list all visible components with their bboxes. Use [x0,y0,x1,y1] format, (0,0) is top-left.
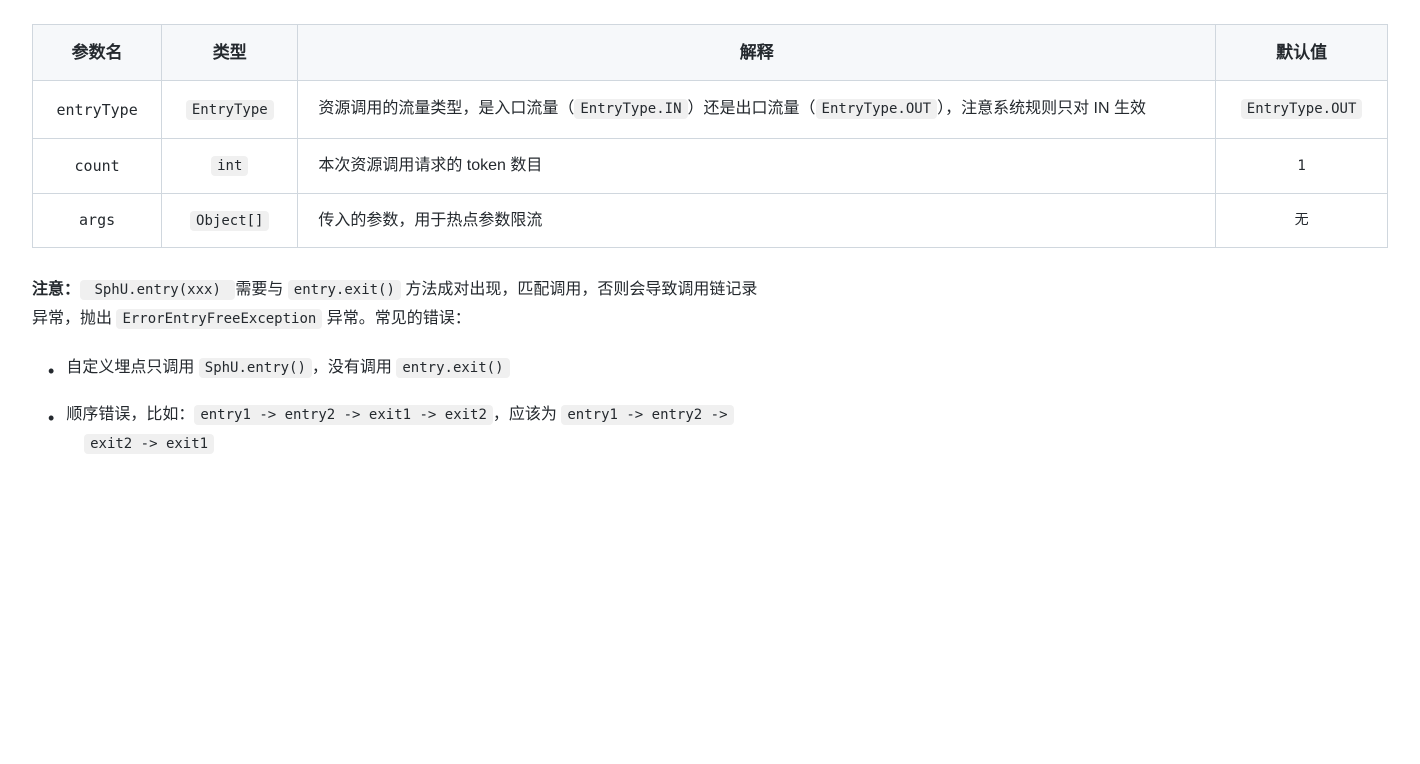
notice-block: 注意： SphU.entry(xxx) 需要与 entry.exit() 方法成… [32,276,1388,334]
notice-text2: 方法成对出现，匹配调用，否则会导致调用链记录 [401,281,757,298]
desc-args: 传入的参数，用于热点参数限流 [298,193,1216,248]
param-args: args [33,193,162,248]
params-table: 参数名 类型 解释 默认值 entryType EntryType 资源调用的流… [32,24,1388,248]
col-header-type: 类型 [162,25,298,81]
col-header-param: 参数名 [33,25,162,81]
list-item: 自定义埋点只调用 SphU.entry()，没有调用 entry.exit() [48,354,1388,387]
type-count: int [162,138,298,193]
code-correct-order-1: entry1 -> entry2 -> [561,405,733,425]
notice-text4: 异常。常见的错误： [322,310,470,327]
code-entry-exit: entry.exit() [396,358,509,378]
table-row: args Object[] 传入的参数，用于热点参数限流 无 [33,193,1388,248]
col-header-desc: 解释 [298,25,1216,81]
code-entrytypeout: EntryType.OUT [816,99,938,119]
type-args-value: Object[] [190,211,269,231]
default-entrytype: EntryType.OUT [1216,81,1388,139]
desc-entrytype: 资源调用的流量类型，是入口流量（EntryType.IN）还是出口流量（Entr… [298,81,1216,139]
type-entrytype: EntryType [162,81,298,139]
bullet-text-2: 顺序错误，比如：entry1 -> entry2 -> exit1 -> exi… [66,401,733,459]
notice-text3: 异常，抛出 [32,310,116,327]
notice-sphu-entry: SphU.entry(xxx) [80,280,235,300]
default-args: 无 [1216,193,1388,248]
col-header-default: 默认值 [1216,25,1388,81]
bullet-text-1: 自定义埋点只调用 SphU.entry()，没有调用 entry.exit() [66,354,509,383]
code-correct-order-2: exit2 -> exit1 [84,434,214,454]
table-row: count int 本次资源调用请求的 token 数目 1 [33,138,1388,193]
code-sphu-entry: SphU.entry() [199,358,312,378]
notice-label: 注意： [32,281,80,298]
default-entrytype-value: EntryType.OUT [1241,99,1363,119]
code-wrong-order: entry1 -> entry2 -> exit1 -> exit2 [194,405,493,425]
param-count: count [33,138,162,193]
notice-code-exit: entry.exit() [288,280,401,300]
notice-text1: 需要与 [235,281,287,298]
type-entrytype-value: EntryType [186,100,274,120]
type-args: Object[] [162,193,298,248]
default-count: 1 [1216,138,1388,193]
desc-count: 本次资源调用请求的 token 数目 [298,138,1216,193]
notice-code-exception: ErrorEntryFreeException [116,309,322,329]
bullet-list: 自定义埋点只调用 SphU.entry()，没有调用 entry.exit() … [32,354,1388,459]
table-row: entryType EntryType 资源调用的流量类型，是入口流量（Entr… [33,81,1388,139]
param-entrytype: entryType [33,81,162,139]
type-count-value: int [211,156,248,176]
list-item: 顺序错误，比如：entry1 -> entry2 -> exit1 -> exi… [48,401,1388,459]
code-entrytypein: EntryType.IN [574,99,687,119]
